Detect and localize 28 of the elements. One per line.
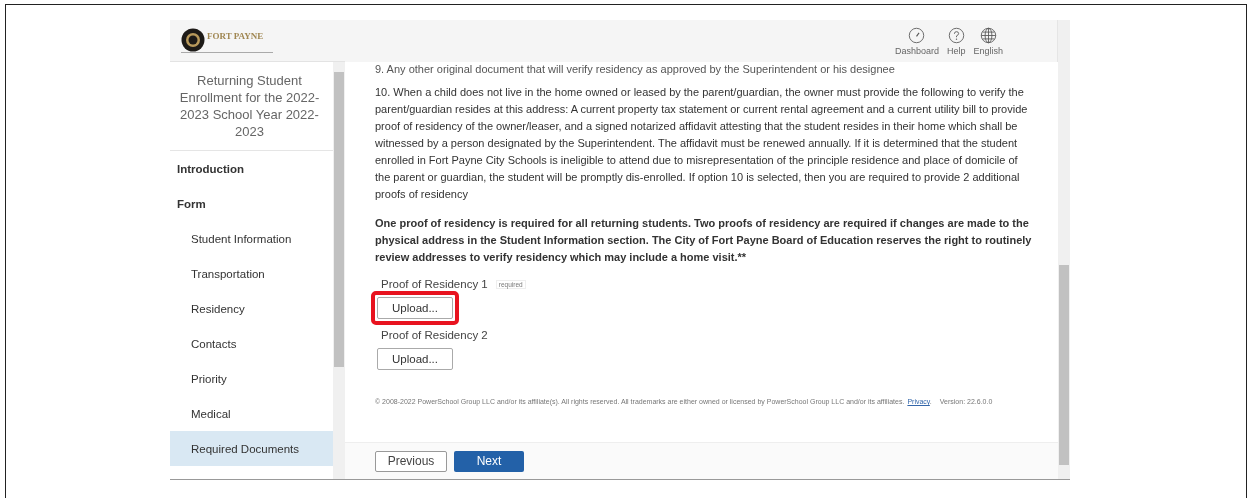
globe-icon (979, 26, 997, 44)
sidebar-item[interactable]: Residency (170, 291, 333, 326)
sidebar-item[interactable]: Transportation (170, 256, 333, 291)
sidebar-item[interactable]: Priority (170, 361, 333, 396)
nav-link[interactable]: English (973, 26, 1003, 56)
paragraph: 9. Any other original document that will verify residency as approved by the Superintendent or his designee (375, 62, 896, 76)
sidebar-item[interactable]: Medical (170, 396, 333, 431)
paragraph: 10. When a child does not live in the home owned or leased by the parent/guardian, the owner must provide the following to verify the parent/guardian resides at this address: A current property tax statement or current rental agreement and a current utility bill to provide proof of residency of the owner/leaser, and a signed notarized affidavit attesting that the student resides in their home which shall be witnessed by a person designated by the Superintendent. The affidavit must be renewed annually. If it is determined that the student enrolled in Fort Payne City Schools is ineligible to attend due to misrepresentation of the principle residence and place of domicile of the parent or guardian, the student will be promptly dis-enrolled. If option 10 is selected, then you are required to provide 2 additional proofs of residency (375, 85, 1029, 202)
scrollbar[interactable] (333, 62, 345, 479)
paragraph: One proof of residency is required for all returning students. Two proofs of residency are required if changes are made to the physical address in the Student Information section. The City of Fort Payne Board of Education reserves the right to routinely review addresses to verify residency which may include a home visit.** (375, 216, 1033, 265)
gauge-icon (908, 26, 926, 44)
sidebar-item[interactable]: Required Documents (170, 431, 333, 466)
help-icon (947, 26, 965, 44)
field-label: Proof of Residency 1 (381, 278, 488, 290)
previous-button[interactable]: Previous (375, 450, 447, 472)
sidebar-item[interactable]: Form (170, 186, 333, 221)
field-label: Proof of Residency 2 (381, 329, 488, 341)
enrollment-title: Returning Student Enrollment for the 2022-2023 School Year 2022-2023 (178, 72, 321, 140)
upload-button[interactable]: Upload... (377, 348, 453, 370)
sidebar-item[interactable]: Student Information (170, 221, 333, 256)
school-logo: FORT PAYNE (181, 28, 274, 53)
sidebar-item[interactable]: Contacts (170, 326, 333, 361)
nav-link[interactable]: Dashboard (894, 26, 939, 56)
upload-button[interactable]: Upload... (377, 297, 453, 319)
nav-link[interactable]: Help (946, 26, 966, 56)
next-button[interactable]: Next (454, 450, 524, 472)
sidebar-item[interactable]: Introduction (170, 151, 333, 186)
scrollbar[interactable] (1058, 20, 1070, 479)
